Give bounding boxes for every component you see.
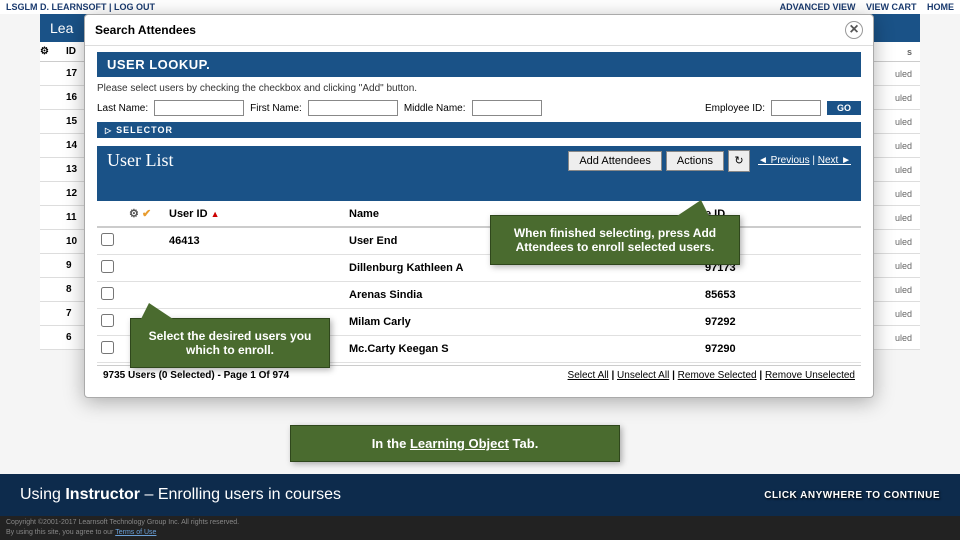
go-button[interactable]: GO <box>827 101 861 115</box>
top-bar: LSGLM D. LEARNSOFT | LOG OUT ADVANCED VI… <box>0 0 960 14</box>
refresh-icon[interactable]: ↻ <box>728 150 750 172</box>
row-checkbox[interactable] <box>101 341 114 354</box>
instruction-text: Please select users by checking the chec… <box>97 83 861 94</box>
terms-link[interactable]: Terms of Use <box>115 529 156 536</box>
modal-title: Search Attendees <box>95 23 196 37</box>
user-list-header: User List Add Attendees Actions ↻ ◄ Prev… <box>97 146 861 175</box>
previous-link[interactable]: ◄ Previous <box>758 155 810 166</box>
user-list-title: User List <box>97 146 184 175</box>
callout-add-attendees: When finished selecting, press Add Atten… <box>490 215 740 265</box>
chevron-right-icon: ▷ <box>105 126 112 135</box>
copyright-bar: Copyright ©2001-2017 Learnsoft Technolog… <box>0 516 960 540</box>
continue-cta: CLICK ANYWHERE TO CONTINUE <box>764 490 940 501</box>
remove-selected-link[interactable]: Remove Selected <box>678 370 757 381</box>
select-all-link[interactable]: Select All <box>568 370 609 381</box>
row-checkbox[interactable] <box>101 287 114 300</box>
table-row: Arenas Sindia 85653 <box>97 282 861 309</box>
last-name-label: Last Name: <box>97 103 148 114</box>
unselect-all-link[interactable]: Unselect All <box>617 370 669 381</box>
row-checkbox[interactable] <box>101 314 114 327</box>
brand-text: LSGLM D. LEARNSOFT <box>6 2 107 12</box>
user-lookup-header: USER LOOKUP. <box>97 52 861 77</box>
first-name-label: First Name: <box>250 103 302 114</box>
first-name-input[interactable] <box>308 100 398 116</box>
selector-bar[interactable]: ▷ SELECTOR <box>97 122 861 138</box>
grid-footer: 9735 Users (0 Selected) - Page 1 Of 974 … <box>97 365 861 385</box>
next-link[interactable]: Next ► <box>818 155 851 166</box>
callout-learning-object: In the Learning Object Tab. <box>290 425 620 462</box>
pagination-text: 9735 Users (0 Selected) - Page 1 Of 974 <box>103 370 289 381</box>
employee-id-label: Employee ID: <box>705 103 765 114</box>
add-attendees-button[interactable]: Add Attendees <box>568 151 662 171</box>
table-row: 46413 User End <box>97 227 861 255</box>
view-cart-link[interactable]: VIEW CART <box>866 2 917 12</box>
table-row: Dillenburg Kathleen A 97173 <box>97 255 861 282</box>
col-user-id[interactable]: User ID ▲ <box>165 201 345 227</box>
callout-select-users: Select the desired users you which to en… <box>130 318 330 368</box>
advanced-view-link[interactable]: ADVANCED VIEW <box>780 2 856 12</box>
middle-name-input[interactable] <box>472 100 542 116</box>
bg-col-status: s <box>907 47 920 57</box>
check-icon: ✔ <box>142 208 151 220</box>
last-name-input[interactable] <box>154 100 244 116</box>
home-link[interactable]: HOME <box>927 2 954 12</box>
gear-icon[interactable]: ⚙ <box>129 208 139 220</box>
close-icon[interactable]: × <box>845 21 863 39</box>
remove-unselected-link[interactable]: Remove Unselected <box>765 370 855 381</box>
sort-asc-icon: ▲ <box>211 209 220 219</box>
slide-title: Using Instructor – Enrolling users in co… <box>20 486 341 504</box>
row-checkbox[interactable] <box>101 260 114 273</box>
middle-name-label: Middle Name: <box>404 103 466 114</box>
logout-link[interactable]: LOG OUT <box>114 2 155 12</box>
gear-icon: ⚙ <box>40 46 60 57</box>
search-row: Last Name: First Name: Middle Name: Empl… <box>97 100 861 116</box>
employee-id-input[interactable] <box>771 100 821 116</box>
row-checkbox[interactable] <box>101 233 114 246</box>
footer-band[interactable]: Using Instructor – Enrolling users in co… <box>0 474 960 516</box>
actions-button[interactable]: Actions <box>666 151 724 171</box>
